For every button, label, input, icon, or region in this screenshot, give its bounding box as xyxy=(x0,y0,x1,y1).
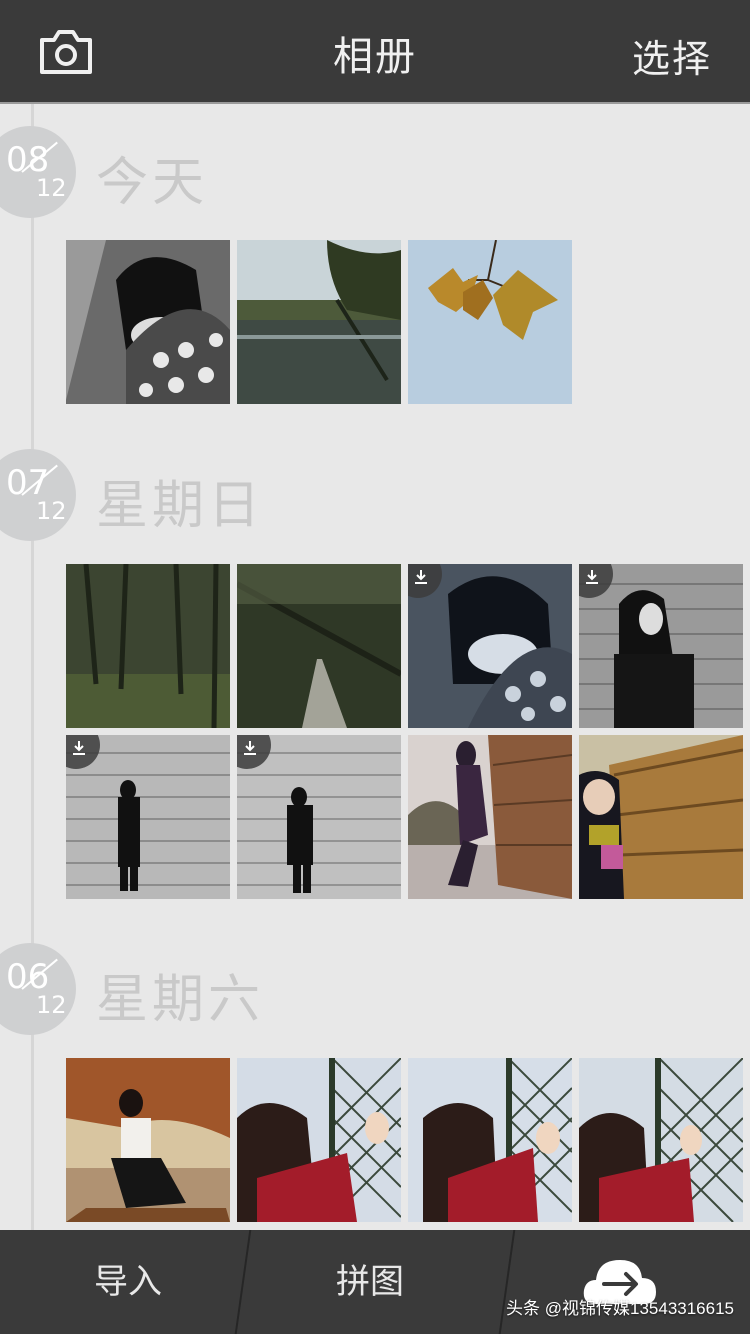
photo-thumbnail[interactable] xyxy=(237,1058,401,1222)
watermark-text: 头条 @视锦传媒13543316615 xyxy=(506,1299,734,1318)
photo-thumbnail[interactable] xyxy=(237,564,401,728)
date-label: 星期日 xyxy=(96,476,265,536)
photo-thumbnail[interactable] xyxy=(66,240,230,404)
top-bar: 相册 选择 xyxy=(0,0,750,104)
date-badge: 08 12 xyxy=(0,126,76,218)
import-button[interactable]: 导入 xyxy=(94,1230,162,1334)
photo-thumbnail[interactable] xyxy=(237,240,401,404)
date-badge: 06 12 xyxy=(0,943,76,1035)
collage-button[interactable]: 拼图 xyxy=(336,1230,404,1334)
photo-thumbnail[interactable] xyxy=(408,564,572,728)
photo-thumbnail[interactable] xyxy=(579,1058,743,1222)
photo-thumbnail[interactable] xyxy=(579,735,743,899)
date-month: 12 xyxy=(36,497,67,525)
toolbar-divider xyxy=(234,1230,252,1334)
photo-thumbnail[interactable] xyxy=(408,240,572,404)
date-month: 12 xyxy=(36,991,67,1019)
photo-thumbnail[interactable] xyxy=(408,1058,572,1222)
photo-thumbnail[interactable] xyxy=(66,1058,230,1222)
photo-thumbnail[interactable] xyxy=(66,735,230,899)
date-label: 星期六 xyxy=(96,970,265,1030)
photo-thumbnail[interactable] xyxy=(66,564,230,728)
photo-thumbnail[interactable] xyxy=(579,564,743,728)
date-badge: 07 12 xyxy=(0,449,76,541)
photo-thumbnail[interactable] xyxy=(408,735,572,899)
photo-thumbnail[interactable] xyxy=(237,735,401,899)
select-button[interactable]: 选择 xyxy=(632,28,712,83)
photo-timeline[interactable]: 08 12 今天 07 12 星期日 06 12 星期六 xyxy=(0,104,750,1230)
date-month: 12 xyxy=(36,174,67,202)
date-label: 今天 xyxy=(96,153,209,213)
timeline-line xyxy=(31,104,34,1230)
